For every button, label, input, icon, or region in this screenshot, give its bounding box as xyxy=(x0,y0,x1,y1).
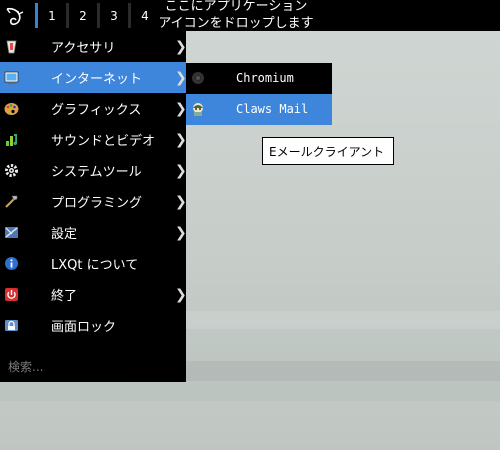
submenu-arrow-icon: ❯ xyxy=(175,193,187,210)
drop-message-line1: ここにアプリケーション xyxy=(164,0,308,14)
menu-item-label: プログラミング xyxy=(51,196,143,211)
internet-submenu: Chromium Claws Mail xyxy=(186,63,332,125)
graphics-icon xyxy=(4,103,19,115)
about-icon xyxy=(5,257,18,270)
menu-item-leave[interactable]: 終了 ❯ xyxy=(0,279,187,310)
claws-mail-icon xyxy=(193,103,203,116)
menu-item-label: サウンドとビデオ xyxy=(51,134,156,149)
system-tools-icon xyxy=(5,164,18,177)
submenu-arrow-icon: ❯ xyxy=(175,38,187,55)
tooltip-text: Eメールクライアント xyxy=(269,144,385,159)
menu-item-label: 画面ロック xyxy=(51,320,117,335)
drop-message-line2: アイコンをドロップします xyxy=(158,16,314,31)
menu-item-label: システムツール xyxy=(51,165,142,180)
submenu-item-label: Claws Mail xyxy=(236,102,309,116)
submenu-arrow-icon: ❯ xyxy=(175,100,187,117)
menu-item-label: 設定 xyxy=(51,227,78,242)
menu-item-accessories[interactable]: アクセサリ ❯ xyxy=(0,31,187,62)
workspace-2-button[interactable]: 2 xyxy=(69,0,97,31)
submenu-item-claws-mail[interactable]: Claws Mail xyxy=(186,94,332,125)
menu-item-settings[interactable]: 設定 ❯ xyxy=(0,217,187,248)
search-placeholder: 検索... xyxy=(8,360,44,374)
menu-item-programming[interactable]: プログラミング ❯ xyxy=(0,186,187,217)
leave-icon xyxy=(5,288,18,301)
menu-item-label: アクセサリ xyxy=(51,41,116,56)
submenu-arrow-icon: ❯ xyxy=(175,69,187,86)
submenu-arrow-icon: ❯ xyxy=(175,131,187,148)
workspace-1-button[interactable]: 1 xyxy=(38,0,66,31)
menu-search-input[interactable]: 検索... xyxy=(0,351,186,382)
internet-icon xyxy=(4,71,19,84)
accessories-icon xyxy=(6,40,17,54)
settings-icon xyxy=(5,227,18,238)
lxqt-logo-icon xyxy=(6,7,24,25)
menu-item-system-tools[interactable]: システムツール ❯ xyxy=(0,155,187,186)
menu-item-label: グラフィックス xyxy=(51,103,142,118)
tooltip: Eメールクライアント xyxy=(262,137,394,165)
menu-item-internet[interactable]: インターネット ❯ xyxy=(0,62,187,93)
menu-item-label: LXQt について xyxy=(51,258,139,273)
menu-item-about-lxqt[interactable]: LXQt について xyxy=(0,248,186,279)
submenu-arrow-icon: ❯ xyxy=(175,224,187,241)
lock-icon xyxy=(5,320,18,331)
submenu-arrow-icon: ❯ xyxy=(175,162,187,179)
menu-item-graphics[interactable]: グラフィックス ❯ xyxy=(0,93,187,124)
multimedia-icon xyxy=(6,134,18,146)
start-menu-button[interactable] xyxy=(2,2,28,29)
menu-item-multimedia[interactable]: サウンドとビデオ ❯ xyxy=(0,124,187,155)
submenu-item-label: Chromium xyxy=(236,71,294,85)
quicklaunch-drop-area[interactable]: ここにアプリケーション アイコンをドロップします xyxy=(150,0,322,32)
submenu-arrow-icon: ❯ xyxy=(175,286,187,303)
menu-item-label: 終了 xyxy=(51,289,78,304)
top-panel: 1 2 3 4 ここにアプリケーション アイコンをドロップします xyxy=(0,0,500,31)
application-menu: アクセサリ ❯ インターネット ❯ グラフィックス ❯ サウンドとビデオ ❯ シ… xyxy=(0,31,187,382)
programming-icon xyxy=(5,195,18,208)
submenu-item-chromium[interactable]: Chromium xyxy=(186,63,332,94)
chromium-icon xyxy=(192,72,204,84)
workspace-3-button[interactable]: 3 xyxy=(100,0,128,31)
menu-item-lock-screen[interactable]: 画面ロック xyxy=(0,310,186,341)
menu-item-label: インターネット xyxy=(51,72,143,87)
